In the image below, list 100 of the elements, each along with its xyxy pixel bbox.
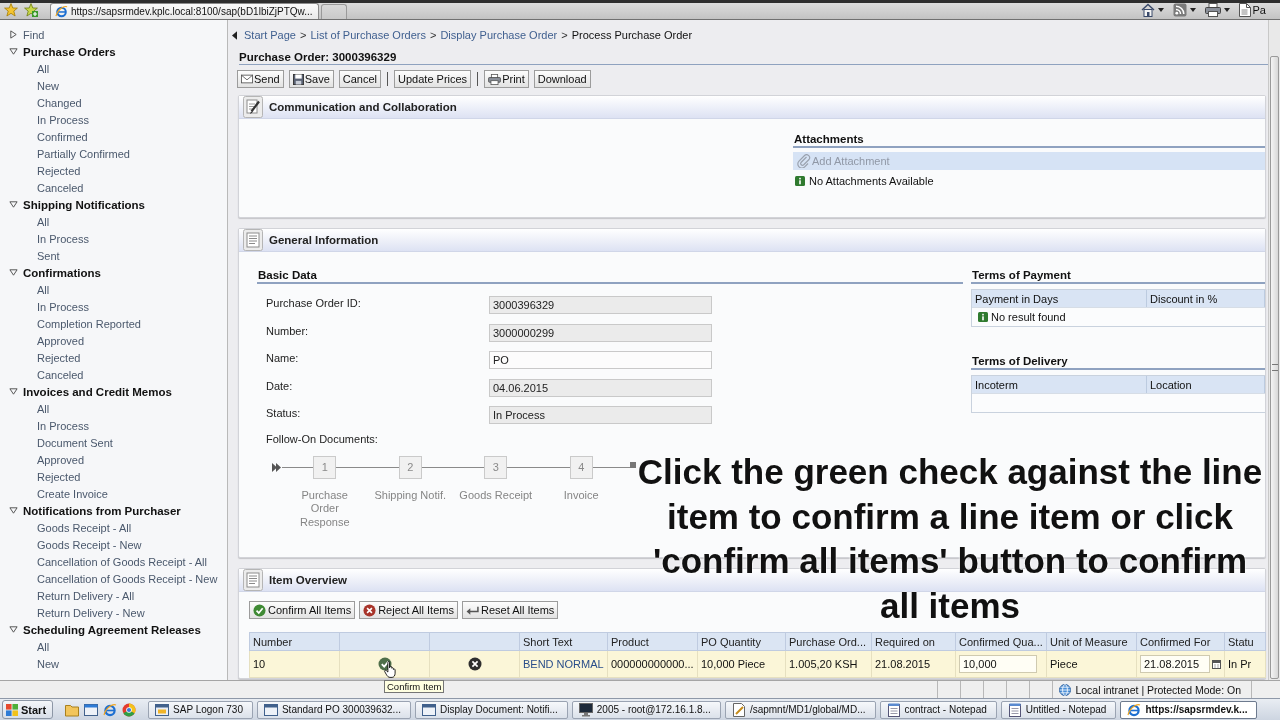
home-icon[interactable] <box>1140 3 1155 17</box>
triangle-icon[interactable] <box>9 268 18 277</box>
sidebar-heading[interactable]: Invoices and Credit Memos <box>23 385 172 398</box>
column-header: PO Quantity <box>697 632 786 651</box>
scrollbar-thumb[interactable] <box>1270 56 1279 679</box>
sidebar-link[interactable]: Create Invoice <box>37 487 108 500</box>
sidebar-link[interactable]: Cancellation of Goods Receipt - All <box>37 555 207 568</box>
taskbar-button[interactable]: Untitled - Notepad <box>1000 700 1117 719</box>
triangle-icon[interactable] <box>9 47 18 56</box>
table-row[interactable]: 10 BEND NORMAL 000000000000... 10,000 Piece 1.005,20 KSH 21.08.2015 10,000 Piece 21.08.2015 In Pr <box>249 650 1266 678</box>
toolbar-button[interactable]: Update Prices <box>394 70 472 88</box>
sidebar-link[interactable]: Canceled <box>37 368 84 381</box>
action-button[interactable]: Confirm All Items <box>249 601 356 619</box>
triangle-icon[interactable] <box>9 30 18 39</box>
input-field[interactable]: 10,000 <box>959 655 1037 673</box>
start-button[interactable]: Start <box>2 700 54 719</box>
sidebar-link[interactable]: Approved <box>37 334 85 347</box>
panel-title[interactable]: Item Overview <box>269 574 347 586</box>
sidebar-heading[interactable]: Scheduling Agreement Releases <box>23 623 201 636</box>
sidebar-link[interactable]: Approved <box>37 453 85 466</box>
section-heading: Terms of Delivery <box>971 354 1068 368</box>
star-plus-icon[interactable] <box>24 3 38 17</box>
sidebar-link[interactable]: Document Sent <box>37 436 113 449</box>
calendar-icon[interactable] <box>1212 659 1221 669</box>
sidebar-link[interactable]: All <box>37 640 50 653</box>
breadcrumb-separator: > <box>300 29 307 41</box>
sidebar-link[interactable]: New <box>37 79 59 92</box>
browser-icon[interactable] <box>103 702 118 717</box>
triangle-icon[interactable] <box>9 200 18 209</box>
sidebar-heading[interactable]: Purchase Orders <box>23 45 116 58</box>
left-triangle-icon[interactable] <box>232 30 237 40</box>
column-header: Unit of Measure <box>1046 632 1137 651</box>
toolbar-button[interactable]: Print <box>484 70 529 88</box>
sidebar-link[interactable]: Confirmed <box>37 130 88 143</box>
sidebar-link[interactable]: All <box>37 283 50 296</box>
sidebar-heading[interactable]: Confirmations <box>23 266 101 279</box>
sidebar-heading[interactable]: Shipping Notifications <box>23 198 146 211</box>
sidebar-link[interactable]: In Process <box>37 232 89 245</box>
tooltip: Confirm Item <box>384 680 445 693</box>
browser-tab[interactable]: https://sapsrmdev.kplc.local:8100/sap(bD1lbiZjPTQw... <box>50 3 319 19</box>
sidebar-link[interactable]: In Process <box>37 300 89 313</box>
sidebar-link[interactable]: All <box>37 215 50 228</box>
field-label: Date: <box>266 379 293 392</box>
taskbar-button[interactable]: Standard PO 300039632... <box>256 700 411 719</box>
toolbar-button[interactable]: Cancel <box>338 70 382 88</box>
info-icon <box>795 176 805 186</box>
toolbar-button[interactable]: Send <box>237 70 284 88</box>
sidebar-link[interactable]: Return Delivery - New <box>37 606 145 619</box>
action-button[interactable]: Reset All Items <box>461 601 559 619</box>
action-button[interactable]: Reject All Items <box>359 601 458 619</box>
caret-icon[interactable] <box>1157 8 1164 12</box>
taskbar-button[interactable]: SAP Logon 730 <box>148 700 253 719</box>
sidebar-link[interactable]: Goods Receipt - All <box>37 521 132 534</box>
breadcrumb-link[interactable]: Display Purchase Order <box>440 29 558 41</box>
sidebar-link[interactable]: In Process <box>37 419 89 432</box>
sidebar-link[interactable]: Completion Reported <box>37 317 141 330</box>
sidebar-link[interactable]: Goods Receipt - New <box>37 538 142 551</box>
sidebar-link[interactable]: Changed <box>37 96 82 109</box>
color-wheel-icon[interactable] <box>122 702 137 717</box>
folder-icon[interactable] <box>65 702 80 717</box>
taskbar-button[interactable]: Display Document: Notifi... <box>414 700 568 719</box>
sidebar-link[interactable]: Rejected <box>37 164 81 177</box>
printer-icon[interactable] <box>1204 3 1221 17</box>
feed-icon[interactable] <box>1172 3 1187 17</box>
taskbar-button[interactable]: 2005 - root@172.16.1.8... <box>571 700 721 719</box>
star-icon[interactable] <box>4 3 18 17</box>
sidebar-heading[interactable]: Find <box>23 28 45 41</box>
table-cell: 10,000 Piece <box>697 650 786 678</box>
sidebar-link[interactable]: New <box>37 657 59 670</box>
text-field[interactable]: PO <box>489 351 712 369</box>
sidebar-link[interactable]: Partially Confirmed <box>37 147 130 160</box>
taskbar-button[interactable]: /sapmnt/MD1/global/MD... <box>724 700 876 719</box>
toolbar-button[interactable]: Download <box>533 70 591 88</box>
panel-title[interactable]: General Information <box>269 234 379 246</box>
caret-icon[interactable] <box>1189 8 1196 12</box>
cross-circle-icon[interactable] <box>467 657 482 671</box>
panel-title[interactable]: Communication and Collaboration <box>269 101 457 113</box>
taskbar-button[interactable]: contract - Notepad <box>879 700 997 719</box>
triangle-icon[interactable] <box>9 387 18 396</box>
sidebar-link[interactable]: Canceled <box>37 181 84 194</box>
date-field[interactable]: 21.08.2015 <box>1140 655 1210 673</box>
sidebar-heading[interactable]: Notifications from Purchaser <box>23 504 181 517</box>
sidebar-link[interactable]: Cancellation of Goods Receipt - New <box>37 572 218 585</box>
breadcrumb-link[interactable]: List of Purchase Orders <box>310 29 426 41</box>
sidebar-link[interactable]: Rejected <box>37 470 81 483</box>
sidebar-link[interactable]: Rejected <box>37 351 81 364</box>
toolbar-button[interactable]: Pa <box>1238 3 1266 17</box>
toolbar-button[interactable]: Save <box>288 70 334 88</box>
window-icon[interactable] <box>84 702 99 717</box>
caret-icon[interactable] <box>1223 8 1230 12</box>
triangle-icon[interactable] <box>9 625 18 634</box>
taskbar-button[interactable]: https://sapsrmdev.k... <box>1120 700 1258 719</box>
sidebar-link[interactable]: Return Delivery - All <box>37 589 135 602</box>
sidebar-link[interactable]: In Process <box>37 113 89 126</box>
sidebar-link[interactable]: All <box>37 402 50 415</box>
triangle-icon[interactable] <box>9 506 18 515</box>
sidebar-link[interactable]: All <box>37 62 50 75</box>
sidebar-link[interactable]: Sent <box>37 249 60 262</box>
vertical-scrollbar[interactable] <box>1268 20 1280 680</box>
breadcrumb-link[interactable]: Start Page <box>244 29 296 41</box>
